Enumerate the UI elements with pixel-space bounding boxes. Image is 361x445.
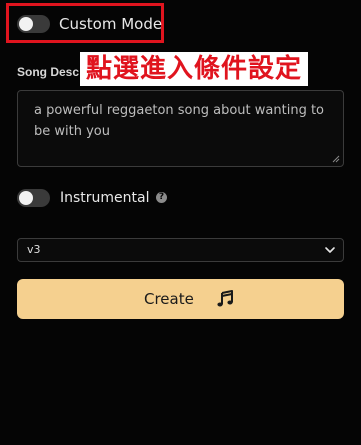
toggle-knob (19, 17, 33, 31)
create-song-panel: Custom Mode Song Desc 點選進入條件設定 a powerfu… (0, 0, 361, 445)
custom-mode-toggle[interactable] (17, 15, 50, 33)
toggle-knob (19, 191, 33, 205)
resize-grip-icon[interactable] (332, 155, 340, 163)
music-note-icon (217, 290, 233, 307)
custom-mode-label: Custom Mode (59, 15, 163, 33)
model-version-value: v3 (27, 243, 41, 256)
question-circle-icon[interactable]: ? (156, 192, 167, 203)
model-version-select[interactable]: v3 (17, 238, 344, 262)
song-description-text: a powerful reggaeton song about wanting … (34, 103, 324, 139)
annotation-callout: 點選進入條件設定 (80, 52, 309, 86)
create-button[interactable]: Create (17, 279, 344, 319)
chevron-down-icon (325, 247, 335, 253)
instrumental-toggle[interactable] (17, 189, 50, 207)
song-description-input[interactable]: a powerful reggaeton song about wanting … (17, 90, 344, 167)
instrumental-label: Instrumental (60, 190, 150, 206)
create-button-label: Create (144, 290, 194, 308)
song-description-label: Song Desc (17, 65, 80, 79)
